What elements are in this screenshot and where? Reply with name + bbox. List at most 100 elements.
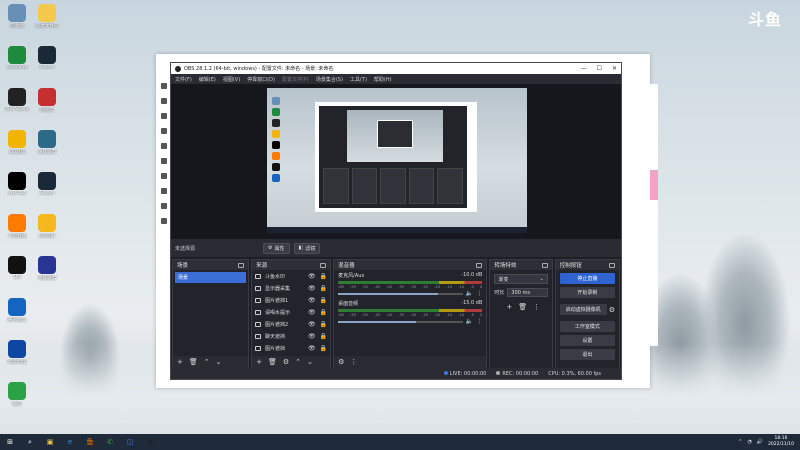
obs-icon[interactable]: ◉ — [143, 436, 157, 448]
source-item[interactable]: 图片遮挡 👁 🔒 — [252, 342, 330, 354]
wechat-icon[interactable]: ✆ — [103, 436, 117, 448]
eye-icon[interactable]: 👁 — [308, 321, 316, 328]
mixer-settings-icon[interactable]: ⚙ — [338, 358, 344, 366]
stop-streaming-button[interactable]: 停止直播 — [559, 273, 615, 284]
menu-docks[interactable]: 停靠窗口(D) — [247, 76, 275, 83]
volume-icon[interactable]: 🔊 — [757, 439, 763, 445]
eye-icon[interactable]: 👁 — [308, 297, 316, 304]
explorer-icon[interactable]: ▣ — [43, 436, 57, 448]
undock-icon[interactable] — [608, 262, 615, 268]
move-down-icon[interactable]: ⌄ — [216, 358, 222, 366]
channel-menu-icon[interactable]: ⋮ — [476, 318, 482, 325]
move-up-icon[interactable]: ⌃ — [204, 358, 210, 366]
exit-button[interactable]: 退出 — [559, 349, 615, 360]
filters-button[interactable]: ◧ 滤镜 — [293, 242, 321, 254]
minimize-button[interactable]: — — [581, 65, 587, 72]
gear-icon[interactable]: ⚙ — [609, 306, 615, 314]
remove-scene-button[interactable]: 🗑 — [189, 358, 198, 366]
lock-icon[interactable]: 🔒 — [320, 297, 327, 304]
undock-icon[interactable] — [320, 262, 327, 268]
source-item[interactable]: 聊天遮挡 👁 🔒 — [252, 330, 330, 342]
desktop-icon-obs-icon[interactable]: OBS Studio — [4, 88, 30, 112]
edge-icon[interactable]: e — [63, 436, 77, 448]
move-up-icon[interactable]: ⌃ — [295, 358, 301, 366]
clock[interactable]: 18:16 2022/11/10 — [768, 436, 794, 448]
menu-edit[interactable]: 编辑(E) — [199, 76, 216, 83]
menu-view[interactable]: 视图(V) — [223, 76, 240, 83]
menu-profile[interactable]: 配置文件(P) — [282, 76, 309, 83]
menu-file[interactable]: 文件(F) — [175, 76, 192, 83]
menu-scene-collection[interactable]: 场景集合(S) — [316, 76, 343, 83]
undock-icon[interactable] — [238, 262, 245, 268]
volume-slider[interactable] — [338, 320, 463, 323]
desktop-icon-app-icon[interactable]: 哔哩哔哩 — [4, 340, 30, 365]
search-icon[interactable]: ⌕ — [23, 436, 37, 448]
scene-item[interactable]: 场景 — [175, 272, 247, 283]
add-source-button[interactable]: + — [256, 358, 262, 366]
remove-source-button[interactable]: 🗑 — [268, 358, 277, 366]
undock-icon[interactable] — [541, 262, 548, 268]
eye-icon[interactable]: 👁 — [308, 345, 316, 352]
eye-icon[interactable]: 👁 — [308, 309, 316, 316]
lock-icon[interactable]: 🔒 — [320, 345, 327, 352]
add-scene-button[interactable]: + — [177, 358, 183, 366]
desktop-icon-qqmusic-icon[interactable]: QQ音乐 — [34, 214, 60, 239]
menu-help[interactable]: 帮助(H) — [374, 76, 392, 83]
desktop-icon-lol-icon[interactable]: 英雄联盟 — [34, 256, 60, 281]
volume-slider[interactable] — [338, 292, 463, 295]
desktop-icon-folder-icon[interactable]: 新建文件夹 — [34, 4, 60, 29]
channel-menu-icon[interactable]: ⋮ — [476, 290, 482, 297]
undock-icon[interactable] — [476, 262, 483, 268]
preview-canvas[interactable] — [171, 84, 621, 239]
move-down-icon[interactable]: ⌄ — [307, 358, 313, 366]
lock-icon[interactable]: 🔒 — [320, 285, 327, 292]
remove-transition-button[interactable]: 🗑 — [518, 303, 527, 311]
properties-button[interactable]: ⚙ 属性 — [263, 242, 290, 254]
add-transition-button[interactable]: + — [506, 303, 512, 311]
desktop-icon-qq-icon[interactable]: QQ — [4, 256, 30, 280]
start-icon[interactable]: ⊞ — [3, 436, 17, 448]
obs-window[interactable]: OBS 28.1.2 (64-bit, windows) - 配置文件: 未命名… — [170, 62, 622, 380]
desktop-icon-netease-icon[interactable]: 网易云 — [34, 88, 60, 113]
source-item[interactable]: 斗鱼水印 👁 🔒 — [252, 270, 330, 282]
source-settings-icon[interactable]: ⚙ — [283, 358, 289, 366]
mixer-menu-icon[interactable]: ⋮ — [350, 358, 357, 366]
desktop-icon-wegame-icon[interactable]: WeGame — [4, 46, 30, 70]
virtual-camera-button[interactable]: 启动虚拟摄像机 — [559, 304, 607, 315]
source-item[interactable]: 图片遮挡2 👁 🔒 — [252, 318, 330, 330]
source-item[interactable]: 图片遮挡1 👁 🔒 — [252, 294, 330, 306]
transition-select[interactable]: 渐变 ⌄ — [494, 274, 548, 284]
eye-icon[interactable]: 👁 — [308, 285, 316, 292]
desktop-icon-douyu-icon[interactable]: 斗鱼直播 — [4, 214, 30, 239]
lock-icon[interactable]: 🔒 — [320, 321, 327, 328]
network-icon[interactable]: ◔ — [747, 439, 751, 445]
eye-icon[interactable]: 👁 — [308, 273, 316, 280]
desktop-icon-recycle-bin-icon[interactable]: 回收站 — [4, 4, 30, 29]
store-icon[interactable]: ◫ — [123, 436, 137, 448]
settings-button[interactable]: 设置 — [559, 335, 615, 346]
desktop-icon-qq-games-icon[interactable]: QQ游戏 — [4, 130, 30, 155]
douyu-icon[interactable]: 鱼 — [83, 436, 97, 448]
maximize-button[interactable]: ☐ — [597, 65, 602, 72]
desktop-icon-wechat-green-icon[interactable]: 微信 — [4, 382, 30, 407]
studio-mode-button[interactable]: 工作室模式 — [559, 321, 615, 332]
desktop-icon-steam-icon[interactable]: Steam — [34, 46, 60, 70]
desktop-icon-wechat-icon[interactable]: WeChat — [4, 172, 30, 196]
transition-menu-icon[interactable]: ⋮ — [533, 303, 540, 311]
source-item[interactable]: 显示器采集 👁 🔒 — [252, 282, 330, 294]
lock-icon[interactable]: 🔒 — [320, 273, 327, 280]
lock-icon[interactable]: 🔒 — [320, 309, 327, 316]
lock-icon[interactable]: 🔒 — [320, 333, 327, 340]
obs-titlebar[interactable]: OBS 28.1.2 (64-bit, windows) - 配置文件: 未命名… — [171, 63, 621, 74]
desktop-icon-lol-icon[interactable]: 英雄联盟 — [34, 130, 60, 155]
eye-icon[interactable]: 👁 — [308, 333, 316, 340]
chevron-up-icon[interactable]: ⌃ — [738, 439, 742, 445]
speaker-icon[interactable]: 🔈 — [466, 290, 473, 297]
speaker-icon[interactable]: 🔈 — [466, 318, 473, 325]
source-item[interactable]: 请喝水提示 👁 🔒 — [252, 306, 330, 318]
desktop-icon-steam-icon[interactable]: Steam — [34, 172, 60, 196]
menu-tools[interactable]: 工具(T) — [350, 76, 367, 83]
desktop-icon-meeting-icon[interactable]: 腾讯会议 — [4, 298, 30, 323]
close-button[interactable]: ✕ — [612, 65, 617, 72]
start-recording-button[interactable]: 开始录制 — [559, 287, 615, 298]
